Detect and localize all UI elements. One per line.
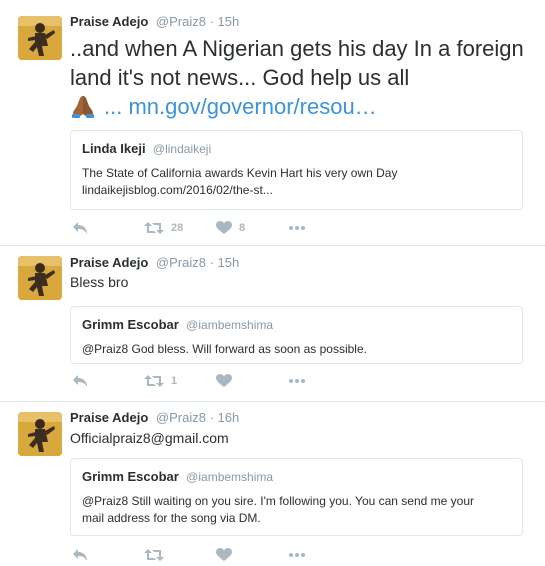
retweet-count: 1 (171, 375, 178, 387)
tweet-text-content: ..and when A Nigerian gets his day In a … (70, 36, 524, 90)
quoted-text-line: lindaikejisblog.com/2016/02/the-st... (82, 183, 273, 197)
retweet-icon (144, 222, 164, 234)
timestamp[interactable]: 15h (218, 255, 240, 270)
tweet-text: Officialpraiz8@gmail.com (70, 430, 229, 446)
author-handle[interactable]: @Praiz8 (156, 255, 206, 270)
quoted-tweet[interactable]: Grimm Escobar @iambemshima @Praiz8 Still… (70, 458, 523, 536)
avatar-image (18, 412, 62, 456)
like-button[interactable] (216, 374, 232, 388)
quoted-text-line: mail address for the song via DM. (82, 511, 261, 525)
quoted-text-line: The State of California awards Kevin Har… (82, 166, 398, 180)
quoted-tweet[interactable]: Grimm Escobar @iambemshima @Praiz8 God b… (70, 306, 523, 364)
tweet-text: Bless bro (70, 274, 129, 290)
retweet-icon (144, 375, 164, 387)
heart-icon (216, 374, 232, 387)
quoted-text-line: @Praiz8 Still waiting on you sire. I'm f… (82, 494, 475, 508)
quoted-tweet[interactable]: Linda Ikeji @lindaikeji The State of Cal… (70, 130, 523, 210)
reply-icon (73, 375, 87, 387)
separator: · (209, 255, 214, 270)
heart-icon (216, 548, 232, 561)
quoted-author-handle: @iambemshima (186, 470, 274, 484)
avatar[interactable] (18, 256, 62, 300)
more-button[interactable] (288, 221, 306, 235)
timestamp[interactable]: 15h (218, 14, 240, 29)
heart-icon (216, 221, 232, 234)
like-button[interactable]: 8 (216, 221, 245, 235)
author-name[interactable]: Praise Adejo (70, 410, 148, 425)
tweet-header: Praise Adejo @Praiz8 · 16h (70, 410, 239, 425)
avatar[interactable] (18, 16, 62, 60)
tweet[interactable]: Praise Adejo @Praiz8 · 15h Bless bro Gri… (0, 246, 545, 401)
author-handle[interactable]: @Praiz8 (156, 410, 206, 425)
avatar[interactable] (18, 412, 62, 456)
like-count: 8 (239, 222, 246, 234)
more-icon (289, 553, 305, 557)
retweet-count: 28 (171, 222, 184, 234)
author-name[interactable]: Praise Adejo (70, 14, 148, 29)
reply-button[interactable] (72, 548, 88, 562)
more-icon (289, 379, 305, 383)
reply-icon (73, 549, 87, 561)
tweet[interactable]: Praise Adejo @Praiz8 · 16h Officialpraiz… (0, 402, 545, 566)
reply-button[interactable] (72, 374, 88, 388)
tweet-text: ..and when A Nigerian gets his day In a … (70, 34, 540, 125)
quoted-author-handle: @iambemshima (186, 318, 274, 332)
tweet-link[interactable]: ... mn.gov/governor/resou… (104, 94, 377, 119)
more-icon (289, 226, 305, 230)
timestamp[interactable]: 16h (218, 410, 240, 425)
tweet-header: Praise Adejo @Praiz8 · 15h (70, 255, 239, 270)
avatar-image (18, 16, 62, 60)
author-name[interactable]: Praise Adejo (70, 255, 148, 270)
quoted-author-name: Grimm Escobar (82, 317, 179, 332)
separator: · (209, 410, 214, 425)
folded-hands-icon (70, 94, 96, 125)
tweet[interactable]: Praise Adejo @Praiz8 · 15h ..and when A … (0, 0, 545, 245)
retweet-button[interactable]: 1 (144, 374, 177, 388)
quoted-text-line: @Praiz8 God bless. Will forward as soon … (82, 342, 367, 356)
retweet-icon (144, 549, 164, 561)
like-button[interactable] (216, 548, 232, 562)
avatar-image (18, 256, 62, 300)
quoted-author-handle: @lindaikeji (152, 142, 212, 156)
author-handle[interactable]: @Praiz8 (156, 14, 206, 29)
retweet-button[interactable]: 28 (144, 221, 183, 235)
tweet-header: Praise Adejo @Praiz8 · 15h (70, 14, 239, 29)
more-button[interactable] (288, 374, 306, 388)
more-button[interactable] (288, 548, 306, 562)
separator: · (209, 14, 214, 29)
quoted-author-name: Grimm Escobar (82, 469, 179, 484)
reply-icon (73, 222, 87, 234)
retweet-button[interactable] (144, 548, 164, 562)
quoted-author-name: Linda Ikeji (82, 141, 146, 156)
reply-button[interactable] (72, 221, 88, 235)
